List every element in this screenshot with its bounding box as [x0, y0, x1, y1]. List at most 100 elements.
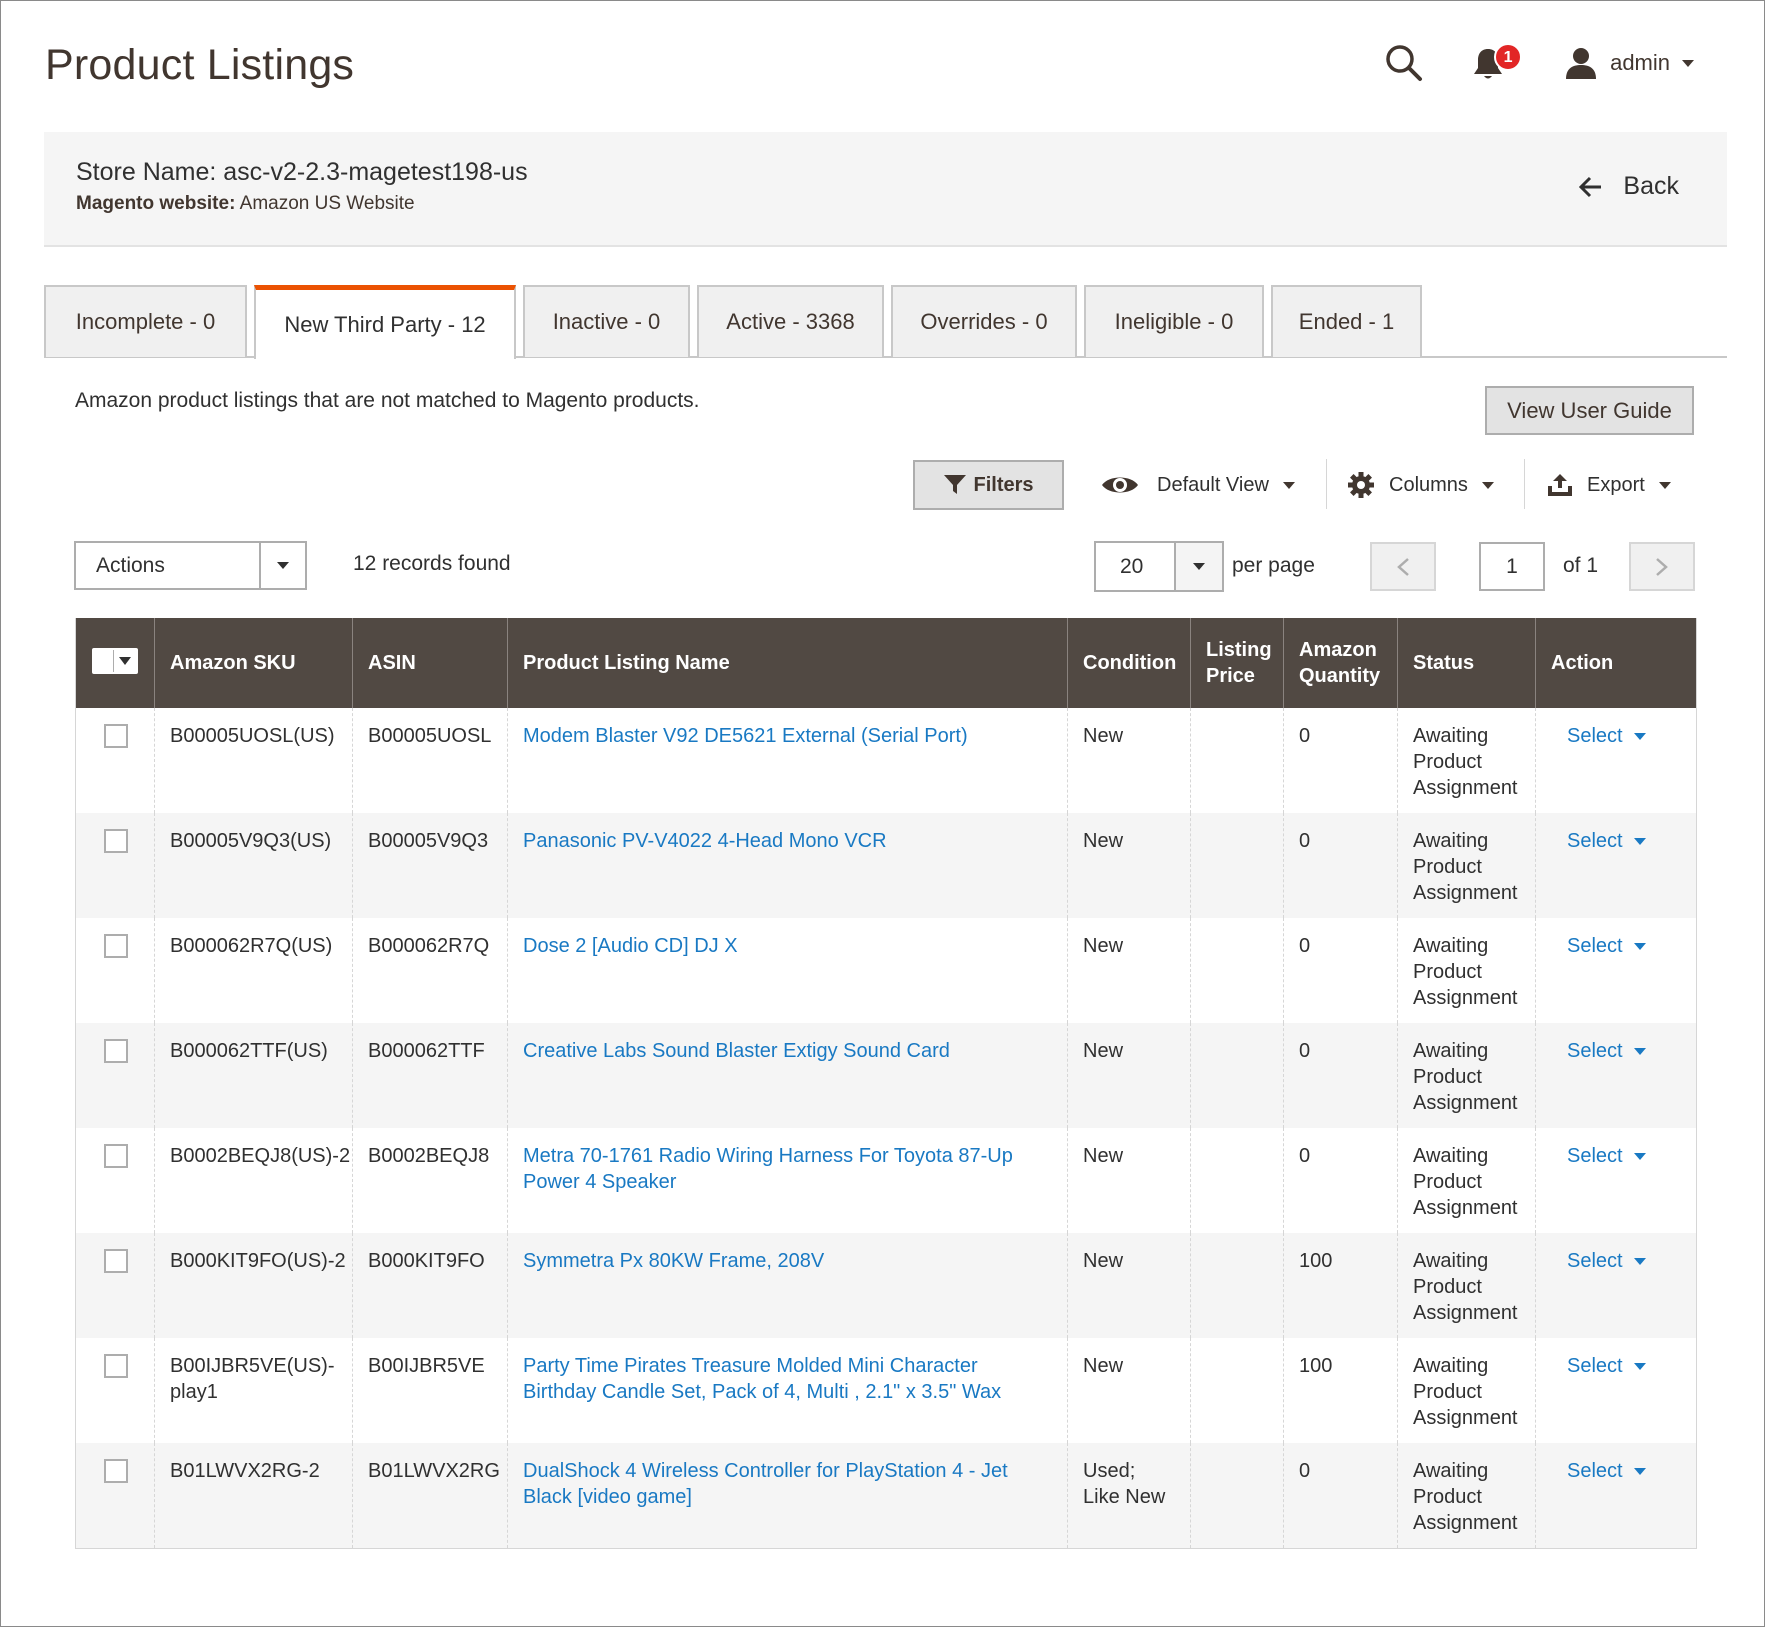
amazon-quantity-cell: 0 [1283, 708, 1398, 813]
records-found: 12 records found [353, 552, 511, 575]
row-action-label: Select [1567, 725, 1623, 747]
notifications-bell-icon[interactable]: 1 [1472, 43, 1523, 83]
table-row: B00005V9Q3(US) B00005V9Q3 Panasonic PV-V40… [75, 813, 1697, 918]
table-header-row: Amazon SKU ASIN Product Listing Name Con… [75, 618, 1697, 708]
product-name-link[interactable]: Party Time Pirates Treasure Molded Mini … [523, 1355, 1001, 1403]
product-name-cell: Modem Blaster V92 DE5621 External (Seria… [507, 708, 1068, 813]
back-button[interactable]: Back [1579, 172, 1679, 201]
row-checkbox[interactable] [104, 1249, 128, 1273]
product-name-link[interactable]: Panasonic PV-V4022 4-Head Mono VCR [523, 830, 887, 852]
tab-incomplete[interactable]: Incomplete - 0 [44, 285, 247, 357]
row-action-select[interactable]: Select [1567, 933, 1646, 959]
row-action-select[interactable]: Select [1567, 1248, 1646, 1274]
tab-ineligible[interactable]: Ineligible - 0 [1084, 285, 1264, 357]
column-header-status[interactable]: Status [1397, 618, 1536, 708]
row-checkbox[interactable] [104, 934, 128, 958]
total-pages-label: of 1 [1563, 554, 1599, 577]
view-user-guide-button[interactable]: View User Guide [1485, 386, 1694, 435]
listing-price-cell [1190, 1338, 1284, 1443]
chevron-down-icon [1633, 732, 1646, 740]
store-info-panel: Store Name: asc-v2-2.3-magetest198-us Ma… [44, 132, 1727, 247]
chevron-down-icon [1633, 942, 1646, 950]
page-title: Product Listings [45, 41, 355, 89]
product-name-link[interactable]: Metra 70-1761 Radio Wiring Harness For T… [523, 1145, 1013, 1193]
action-cell: Select [1535, 1443, 1697, 1549]
tab-inactive[interactable]: Inactive - 0 [523, 285, 690, 357]
user-menu[interactable]: admin [1564, 46, 1694, 80]
action-cell: Select [1535, 1233, 1697, 1338]
row-action-select[interactable]: Select [1567, 1353, 1646, 1379]
row-action-select[interactable]: Select [1567, 723, 1646, 749]
tab-label: New Third Party - 12 [284, 311, 486, 337]
amazon-quantity-cell: 100 [1283, 1338, 1398, 1443]
mass-actions-select[interactable]: Actions [74, 541, 307, 590]
column-header-action: Action [1535, 618, 1697, 708]
status-cell: Awaiting Product Assignment [1397, 1023, 1536, 1128]
row-action-select[interactable]: Select [1567, 828, 1646, 854]
tab-label: Ended - 1 [1298, 309, 1395, 334]
action-cell: Select [1535, 1023, 1697, 1128]
status-cell: Awaiting Product Assignment [1397, 1443, 1536, 1549]
product-name-link[interactable]: DualShock 4 Wireless Controller for Play… [523, 1460, 1008, 1508]
listing-price-cell [1190, 1128, 1284, 1233]
per-page-value: 20 [1120, 555, 1144, 578]
page-number-input[interactable]: 1 [1479, 542, 1545, 591]
per-page-select[interactable]: 20 [1094, 541, 1224, 592]
asin-cell: B00IJBR5VE [352, 1338, 508, 1443]
table-row: B01LWVX2RG-2 B01LWVX2RG DualShock 4 Wirele… [75, 1443, 1697, 1549]
column-header-product-listing-name[interactable]: Product Listing Name [507, 618, 1068, 708]
tab-overrides[interactable]: Overrides - 0 [891, 285, 1077, 357]
tab-new-third-party[interactable]: New Third Party - 12 [254, 285, 516, 359]
filters-button[interactable]: Filters [913, 460, 1064, 510]
product-name-link[interactable]: Symmetra Px 80KW Frame, 208V [523, 1250, 824, 1272]
row-checkbox[interactable] [104, 1039, 128, 1063]
product-name-link[interactable]: Dose 2 [Audio CD] DJ X [523, 935, 738, 957]
column-header-listing-price[interactable]: Listing Price [1190, 618, 1284, 708]
amazon-sku-cell: B000062TTF(US) [154, 1023, 353, 1128]
previous-page-button[interactable] [1370, 542, 1436, 591]
column-header-asin[interactable]: ASIN [352, 618, 508, 708]
tab-active[interactable]: Active - 3368 [697, 285, 884, 357]
status-cell: Awaiting Product Assignment [1397, 1233, 1536, 1338]
row-checkbox[interactable] [104, 1354, 128, 1378]
columns-selector[interactable]: Columns [1347, 465, 1494, 505]
row-action-select[interactable]: Select [1567, 1143, 1646, 1169]
export-selector[interactable]: Export [1547, 465, 1671, 505]
chevron-down-icon [1633, 1047, 1646, 1055]
tab-ended[interactable]: Ended - 1 [1271, 285, 1422, 357]
asin-cell: B00005V9Q3 [352, 813, 508, 918]
row-action-select[interactable]: Select [1567, 1038, 1646, 1064]
row-action-select[interactable]: Select [1567, 1458, 1646, 1484]
product-name-link[interactable]: Modem Blaster V92 DE5621 External (Seria… [523, 725, 968, 747]
amazon-sku-cell: B000KIT9FO(US)-2 [154, 1233, 353, 1338]
table-row: B000062TTF(US) B000062TTF Creative Labs So… [75, 1023, 1697, 1128]
next-page-button[interactable] [1629, 542, 1695, 591]
column-header-condition[interactable]: Condition [1067, 618, 1191, 708]
product-name-cell: Party Time Pirates Treasure Molded Mini … [507, 1338, 1068, 1443]
column-header-amazon-sku[interactable]: Amazon SKU [154, 618, 353, 708]
row-checkbox[interactable] [104, 724, 128, 748]
product-name-cell: Symmetra Px 80KW Frame, 208V [507, 1233, 1068, 1338]
view-selector[interactable]: Default View [1101, 465, 1295, 505]
chevron-down-icon [1682, 59, 1694, 67]
asin-cell: B000062TTF [352, 1023, 508, 1128]
gear-icon [1348, 472, 1374, 498]
amazon-quantity-cell: 0 [1283, 918, 1398, 1023]
row-action-label: Select [1567, 830, 1623, 852]
search-icon[interactable] [1384, 43, 1424, 83]
store-website: Magento website: Amazon US Website [76, 193, 415, 215]
row-checkbox[interactable] [104, 829, 128, 853]
status-cell: Awaiting Product Assignment [1397, 708, 1536, 813]
row-checkbox[interactable] [104, 1144, 128, 1168]
row-select-cell [75, 1023, 155, 1128]
toolbar-divider [1524, 459, 1525, 509]
product-name-link[interactable]: Creative Labs Sound Blaster Extigy Sound… [523, 1040, 950, 1062]
mass-select-checkbox[interactable] [92, 647, 138, 674]
filter-icon [944, 475, 967, 494]
chevron-down-icon [259, 543, 305, 588]
listing-price-cell [1190, 1443, 1284, 1549]
amazon-sku-cell: B0002BEQJ8(US)-2 [154, 1128, 353, 1233]
amazon-sku-cell: B00IJBR5VE(US)-play1 [154, 1338, 353, 1443]
column-header-amazon-quantity[interactable]: Amazon Quantity [1283, 618, 1398, 708]
row-checkbox[interactable] [104, 1459, 128, 1483]
